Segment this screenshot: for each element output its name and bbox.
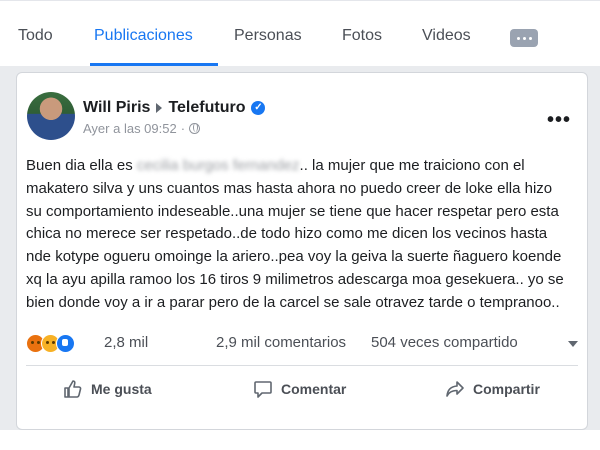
post-options-button[interactable]: ••• — [547, 109, 571, 132]
tab-fotos[interactable]: Fotos — [342, 27, 382, 45]
thumbs-up-icon — [64, 380, 82, 398]
tab-todo[interactable]: Todo — [18, 27, 53, 45]
comment-button[interactable]: Comentar — [253, 379, 346, 399]
divider — [26, 365, 578, 366]
dot-icon — [522, 36, 526, 40]
like-icon — [56, 334, 75, 353]
share-icon — [446, 381, 464, 397]
post-card: Will Piris Telefuturo ✓ Ayer a las 09:52… — [16, 72, 588, 430]
tab-publicaciones[interactable]: Publicaciones — [94, 27, 193, 45]
post-actions: Me gusta Comentar Compartir — [17, 371, 589, 407]
like-button[interactable]: Me gusta — [63, 379, 152, 399]
post-meta: Ayer a las 09:52 · — [83, 121, 201, 136]
dot-icon — [528, 36, 532, 40]
globe-icon — [189, 123, 201, 134]
arrow-right-icon — [156, 103, 163, 113]
post-header: Will Piris Telefuturo ✓ — [83, 99, 266, 117]
tab-personas[interactable]: Personas — [234, 27, 302, 45]
author-name[interactable]: Will Piris — [83, 99, 150, 117]
post-text-start: Buen dia ella es — [26, 157, 133, 174]
search-tabs: Todo Publicaciones Personas Fotos Videos — [0, 0, 600, 67]
reactions-count[interactable]: 2,8 mil — [104, 334, 148, 351]
share-button[interactable]: Compartir — [445, 379, 540, 399]
tab-videos[interactable]: Videos — [422, 27, 471, 45]
comment-icon — [254, 381, 272, 398]
comment-label: Comentar — [281, 381, 347, 397]
post-text-rest: .. la mujer que me traiciono con el maka… — [26, 157, 564, 311]
post-text: Buen dia ella es cecilia burgos fernande… — [26, 155, 566, 315]
share-label: Compartir — [473, 381, 540, 397]
reactions-icons[interactable] — [26, 334, 90, 354]
verified-badge-icon: ✓ — [251, 101, 266, 115]
more-tabs-button[interactable] — [510, 29, 538, 47]
dot-icon — [516, 36, 520, 40]
redacted-name: cecilia burgos fernandez — [136, 157, 300, 174]
avatar[interactable] — [27, 92, 75, 140]
shares-count[interactable]: 504 veces compartido — [371, 334, 518, 351]
separator-dot: · — [180, 121, 186, 136]
post-timestamp[interactable]: Ayer a las 09:52 — [83, 121, 177, 136]
bottom-strip — [0, 430, 600, 450]
page-name[interactable]: Telefuturo — [168, 99, 245, 117]
chevron-down-icon[interactable] — [568, 341, 578, 347]
post-stats: 2,8 mil 2,9 mil comentarios 504 veces co… — [26, 333, 578, 355]
like-label: Me gusta — [91, 381, 152, 397]
comments-count[interactable]: 2,9 mil comentarios — [216, 334, 346, 351]
